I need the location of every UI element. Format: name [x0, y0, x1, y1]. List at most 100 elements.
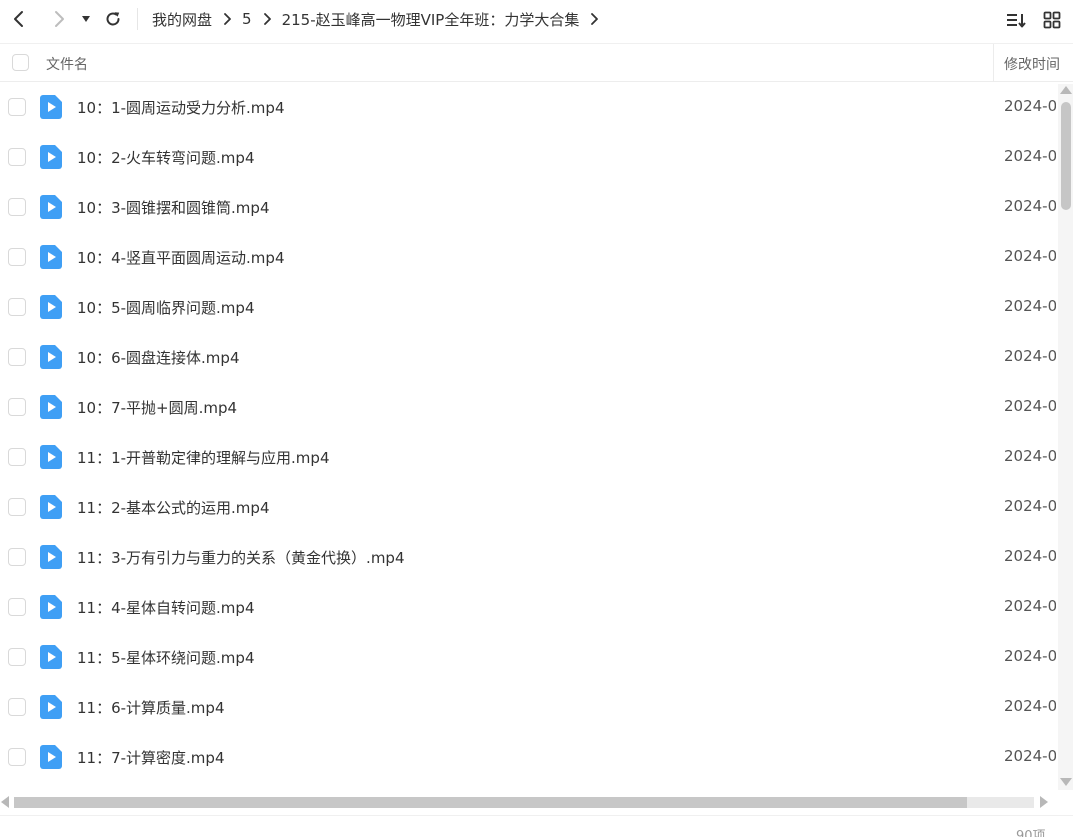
file-name[interactable]: 11：5-星体环绕问题.mp4	[77, 647, 255, 668]
file-row[interactable]: 10：4-竖直平面圆周运动.mp4 2024-0	[0, 232, 1058, 282]
file-row[interactable]: 11：7-计算密度.mp4 2024-0	[0, 732, 1058, 782]
file-name[interactable]: 11：3-万有引力与重力的关系（黄金代换）.mp4	[77, 547, 405, 568]
column-header-modified-time[interactable]: 修改时间	[1004, 54, 1060, 74]
scroll-down-arrow-icon[interactable]	[1060, 778, 1072, 786]
forward-button[interactable]	[46, 6, 72, 32]
file-name[interactable]: 10：5-圆周临界问题.mp4	[77, 297, 255, 318]
file-modified-date: 2024-0	[1004, 597, 1056, 615]
video-file-icon	[40, 245, 62, 269]
file-modified-date: 2024-0	[1004, 397, 1056, 415]
row-checkbox[interactable]	[8, 748, 26, 766]
row-checkbox[interactable]	[8, 698, 26, 716]
file-list-header: 文件名 修改时间	[0, 43, 1073, 82]
horizontal-scroll-thumb[interactable]	[14, 797, 967, 808]
video-file-icon	[40, 595, 62, 619]
row-checkbox[interactable]	[8, 398, 26, 416]
back-button[interactable]	[6, 6, 32, 32]
row-checkbox[interactable]	[8, 248, 26, 266]
file-name[interactable]: 10：1-圆周运动受力分析.mp4	[77, 97, 285, 118]
video-file-icon	[40, 345, 62, 369]
breadcrumb: 我的网盘 5 215-赵玉峰高一物理VIP全年班：力学大合集	[152, 0, 609, 38]
row-checkbox[interactable]	[8, 548, 26, 566]
video-file-icon	[40, 145, 62, 169]
file-row[interactable]: 11：3-万有引力与重力的关系（黄金代换）.mp4 2024-0	[0, 532, 1058, 582]
breadcrumb-item-root[interactable]: 我的网盘	[152, 9, 212, 30]
file-row[interactable]: 11：2-基本公式的运用.mp4 2024-0	[0, 482, 1058, 532]
sort-icon	[1007, 14, 1026, 28]
video-file-icon	[40, 395, 62, 419]
column-header-name[interactable]: 文件名	[46, 54, 88, 74]
file-row[interactable]: 11：5-星体环绕问题.mp4 2024-0	[0, 632, 1058, 682]
toolbar: 我的网盘 5 215-赵玉峰高一物理VIP全年班：力学大合集	[0, 0, 1073, 40]
file-name[interactable]: 10：3-圆锥摆和圆锥筒.mp4	[77, 197, 270, 218]
file-row[interactable]: 10：3-圆锥摆和圆锥筒.mp4 2024-0	[0, 182, 1058, 232]
file-modified-date: 2024-0	[1004, 547, 1056, 565]
file-list: 10：1-圆周运动受力分析.mp4 2024-0 10：2-火车转弯问题.mp4 20…	[0, 82, 1058, 790]
file-row[interactable]: 11：4-星体自转问题.mp4 2024-0	[0, 582, 1058, 632]
chevron-right-icon	[263, 13, 271, 25]
file-row[interactable]: 10：5-圆周临界问题.mp4 2024-0	[0, 282, 1058, 332]
scroll-right-arrow-icon[interactable]	[1040, 796, 1048, 808]
file-row[interactable]: 10：2-火车转弯问题.mp4 2024-0	[0, 132, 1058, 182]
file-row[interactable]: 11：6-计算质量.mp4 2024-0	[0, 682, 1058, 732]
row-checkbox[interactable]	[8, 648, 26, 666]
file-name[interactable]: 10：4-竖直平面圆周运动.mp4	[77, 247, 285, 268]
breadcrumb-item-folder[interactable]: 5	[242, 10, 252, 28]
file-modified-date: 2024-0	[1004, 197, 1056, 215]
vertical-scroll-thumb[interactable]	[1061, 102, 1071, 210]
chevron-right-icon	[590, 13, 599, 25]
vertical-scrollbar[interactable]	[1058, 84, 1073, 790]
file-row[interactable]: 10：6-圆盘连接体.mp4 2024-0	[0, 332, 1058, 382]
row-checkbox[interactable]	[8, 148, 26, 166]
column-divider[interactable]	[993, 44, 994, 82]
file-name[interactable]: 10：6-圆盘连接体.mp4	[77, 347, 240, 368]
row-checkbox[interactable]	[8, 198, 26, 216]
file-name[interactable]: 11：1-开普勒定律的理解与应用.mp4	[77, 447, 330, 468]
scroll-up-arrow-icon[interactable]	[1060, 86, 1072, 94]
row-checkbox[interactable]	[8, 298, 26, 316]
file-row[interactable]: 10：7-平抛+圆周.mp4 2024-0	[0, 382, 1058, 432]
row-checkbox[interactable]	[8, 498, 26, 516]
sort-button[interactable]	[1004, 8, 1028, 32]
video-file-icon	[40, 195, 62, 219]
video-file-icon	[40, 695, 62, 719]
file-row[interactable]: 10：1-圆周运动受力分析.mp4 2024-0	[0, 82, 1058, 132]
video-file-icon	[40, 545, 62, 569]
video-file-icon	[40, 495, 62, 519]
row-checkbox[interactable]	[8, 598, 26, 616]
file-name[interactable]: 11：7-计算密度.mp4	[77, 747, 225, 768]
scroll-left-arrow-icon[interactable]	[1, 796, 9, 808]
horizontal-scrollbar[interactable]	[0, 793, 1058, 811]
file-name[interactable]: 11：2-基本公式的运用.mp4	[77, 497, 270, 518]
refresh-button[interactable]	[100, 6, 126, 32]
video-file-icon	[40, 745, 62, 769]
file-name[interactable]: 11：6-计算质量.mp4	[77, 697, 225, 718]
row-checkbox[interactable]	[8, 448, 26, 466]
history-dropdown-button[interactable]	[76, 6, 96, 32]
item-count: 90项	[1016, 829, 1046, 837]
grid-view-icon	[1043, 11, 1061, 29]
file-row[interactable]: 11：1-开普勒定律的理解与应用.mp4 2024-0	[0, 432, 1058, 482]
file-name[interactable]: 10：2-火车转弯问题.mp4	[77, 147, 255, 168]
view-toggle-button[interactable]	[1040, 8, 1064, 32]
video-file-icon	[40, 95, 62, 119]
chevron-left-icon	[14, 11, 23, 27]
toolbar-separator	[137, 8, 138, 30]
file-modified-date: 2024-0	[1004, 647, 1056, 665]
file-modified-date: 2024-0	[1004, 497, 1056, 515]
caret-down-icon	[82, 16, 90, 22]
file-modified-date: 2024-0	[1004, 147, 1056, 165]
file-name[interactable]: 10：7-平抛+圆周.mp4	[77, 397, 237, 418]
file-name[interactable]: 11：4-星体自转问题.mp4	[77, 597, 255, 618]
video-file-icon	[40, 295, 62, 319]
file-modified-date: 2024-0	[1004, 297, 1056, 315]
refresh-icon	[106, 12, 120, 26]
file-modified-date: 2024-0	[1004, 97, 1056, 115]
file-modified-date: 2024-0	[1004, 747, 1056, 765]
breadcrumb-item-current[interactable]: 215-赵玉峰高一物理VIP全年班：力学大合集	[282, 9, 580, 30]
chevron-right-icon	[223, 13, 231, 25]
row-checkbox[interactable]	[8, 348, 26, 366]
select-all-checkbox[interactable]	[12, 54, 29, 71]
row-checkbox[interactable]	[8, 98, 26, 116]
video-file-icon	[40, 645, 62, 669]
